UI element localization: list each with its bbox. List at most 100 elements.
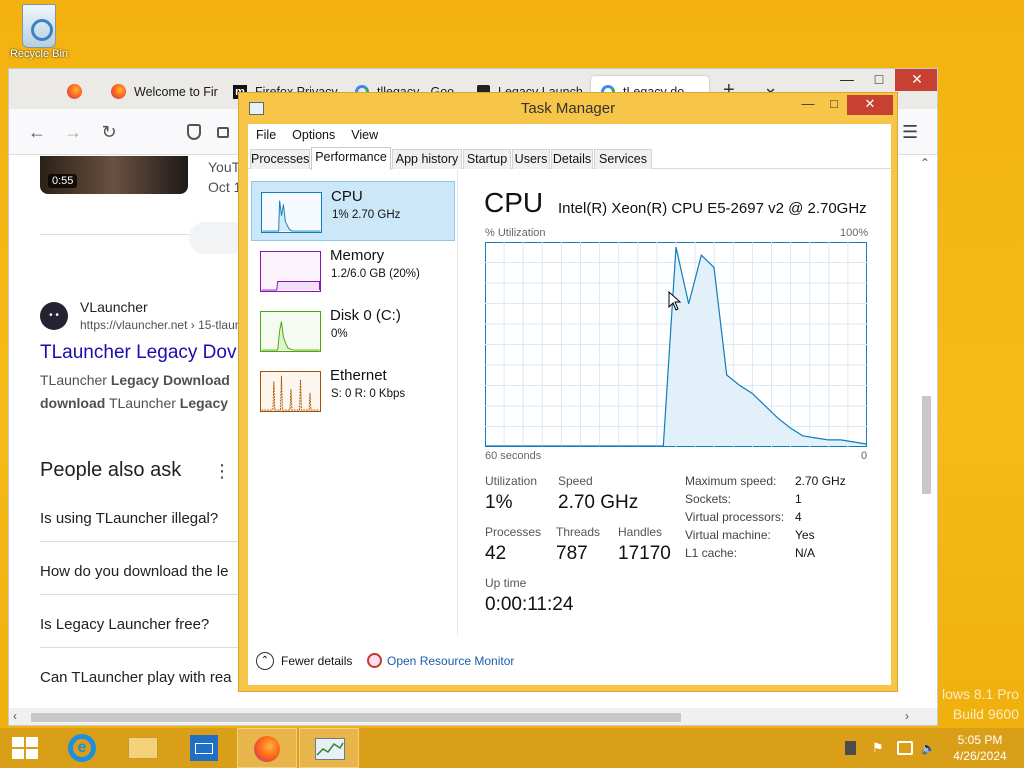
scroll-thumb[interactable] [31,713,681,722]
paa-question[interactable]: Is using TLauncher illegal? [40,510,218,527]
scroll-up-icon[interactable]: ⌃ [920,156,930,170]
mail-taskbar-button[interactable] [174,728,234,768]
task-manager-taskbar-button[interactable] [299,728,359,768]
resource-memory[interactable]: Memory 1.2/6.0 GB (20%) [251,241,455,301]
firefox-window-controls: — □ ✕ [831,69,937,91]
show-hidden-icons[interactable] [845,741,856,755]
virtual-processors-value: 4 [795,510,802,524]
minimize-button[interactable]: — [831,69,863,91]
tab-startup[interactable]: Startup [463,149,511,169]
clock-date: 4/26/2024 [953,749,1007,763]
resource-list: CPU 1% 2.70 GHz Memory 1.2/6.0 GB (20%) … [248,170,458,636]
cpu-sparkline [261,192,322,233]
recycle-bin-icon [22,4,56,48]
menu-options[interactable]: Options [284,128,343,142]
volume-muted-icon[interactable]: 🔈 [921,741,937,755]
start-button[interactable] [12,737,38,760]
minimize-button[interactable]: — [795,95,821,115]
snippet-text: TLauncher [105,395,180,411]
more-options-icon[interactable]: ⋮ [213,461,231,482]
tab-details[interactable]: Details [551,149,593,169]
resource-name: Memory [330,247,385,264]
mouse-cursor-icon [668,291,681,311]
task-manager-titlebar[interactable]: Task Manager — □ ✕ [239,93,897,123]
resource-cpu[interactable]: CPU 1% 2.70 GHz [251,181,455,241]
internet-explorer-taskbar-button[interactable]: e [52,728,112,768]
chevron-up-icon[interactable]: ⌃ [256,652,274,670]
snippet-bold: Legacy [179,395,229,411]
network-icon[interactable] [897,741,913,755]
vlauncher-logo: • • [40,302,68,330]
paa-question[interactable]: Is Legacy Launcher free? [40,616,209,633]
horizontal-scrollbar[interactable]: ‹ › [9,708,937,725]
cpu-heading: CPU [484,187,544,218]
tracking-shield-icon[interactable] [187,124,201,140]
task-manager-body: File Options View Processes Performance … [248,124,891,685]
divider [40,594,250,595]
ethernet-sparkline [260,371,321,412]
resource-name: CPU [331,188,363,205]
scroll-left-icon[interactable]: ‹ [13,709,17,723]
reload-button[interactable]: ↻ [97,121,121,145]
close-button[interactable]: ✕ [895,69,937,91]
processes-value: 42 [485,543,507,564]
utilization-label: Utilization [485,474,538,488]
video-duration: 0:55 [48,174,78,188]
max-speed-value: 2.70 GHz [795,474,846,488]
tab-users[interactable]: Users [512,149,550,169]
task-manager-footer: ⌃ Fewer details Open Resource Monitor [248,636,891,685]
maximize-button[interactable]: □ [863,69,895,91]
tab-label: Welcome to Fir [134,84,218,99]
video-thumbnail[interactable]: 0:55 [40,156,188,194]
result-site-name: VLauncher [80,299,148,315]
graph-time-start: 60 seconds [485,450,542,462]
resource-name: Ethernet [330,367,387,384]
disk-sparkline [260,311,321,352]
tab-processes[interactable]: Processes [250,149,310,169]
l1-cache-value: N/A [795,546,816,560]
tab-services[interactable]: Services [594,149,652,169]
max-speed-label: Maximum speed: [685,474,777,488]
people-also-ask-heading: People also ask [40,459,182,481]
threads-value: 787 [556,543,588,564]
firefox-tab-welcome[interactable]: Welcome to Fir [101,76,219,107]
scroll-thumb[interactable] [922,396,931,494]
handles-label: Handles [618,525,663,539]
processes-label: Processes [485,525,542,539]
paa-question[interactable]: Can TLauncher play with rea [40,669,232,686]
back-button[interactable]: ← [25,121,49,145]
maximize-button[interactable]: □ [821,95,847,115]
fewer-details-button[interactable]: Fewer details [281,654,352,668]
close-button[interactable]: ✕ [847,95,893,115]
scroll-right-icon[interactable]: › [905,709,909,723]
clock-time: 5:05 PM [957,733,1003,747]
task-manager-window: Task Manager — □ ✕ File Options View Pro… [238,92,898,692]
tab-bar: Processes Performance App history Startu… [248,147,891,170]
resource-monitor-icon[interactable] [367,653,382,668]
forward-button[interactable]: → [61,121,85,145]
file-explorer-taskbar-button[interactable] [112,728,172,768]
firefox-tab-pinned[interactable] [57,76,97,107]
resource-stat: 1% 2.70 GHz [332,209,401,221]
tab-app-history[interactable]: App history [392,149,462,169]
taskbar-clock[interactable]: 5:05 PM 4/26/2024 [942,732,1018,764]
open-resource-monitor-link[interactable]: Open Resource Monitor [387,654,514,668]
firefox-taskbar-button[interactable] [237,728,297,768]
task-manager-icon [315,738,345,760]
menu-view[interactable]: View [343,128,386,142]
firefox-icon [111,84,126,99]
resource-disk[interactable]: Disk 0 (C:) 0% [251,301,455,361]
recycle-bin-shortcut[interactable]: Recycle Bin [6,4,72,60]
paa-question[interactable]: How do you download the le [40,563,228,580]
result-title-link[interactable]: TLauncher Legacy Dov [40,342,236,364]
uptime-label: Up time [485,576,527,590]
resource-ethernet[interactable]: Ethernet S: 0 R: 0 Kbps [251,361,455,421]
action-center-flag-icon[interactable]: ⚑ [872,741,886,755]
divider [40,647,250,648]
tab-performance[interactable]: Performance [311,147,391,170]
menu-file[interactable]: File [248,128,284,142]
vertical-scrollbar[interactable]: ⌃ [919,156,933,708]
l1-cache-label: L1 cache: [685,546,738,560]
lock-icon[interactable] [217,127,229,138]
menu-icon[interactable]: ☰ [902,122,918,143]
